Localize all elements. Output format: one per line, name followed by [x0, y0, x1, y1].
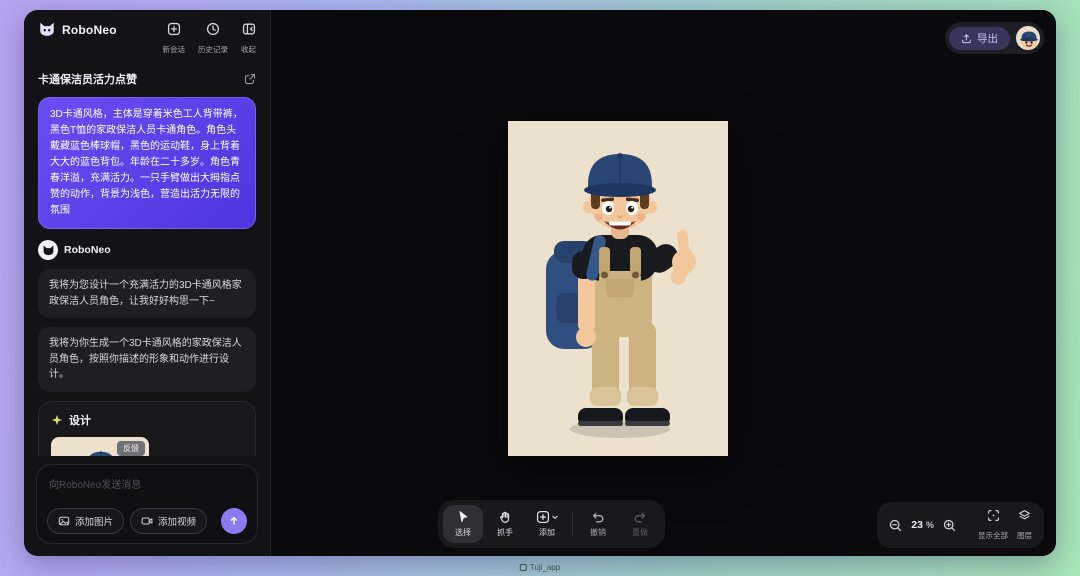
undo-button[interactable]: 撤销 — [578, 505, 618, 543]
cursor-icon — [456, 510, 470, 524]
message-input[interactable]: 向RoboNeo发送消息 — [47, 475, 247, 492]
redo-label: 重做 — [632, 527, 648, 538]
add-tool-label: 添加 — [539, 527, 555, 538]
assistant-name: RoboNeo — [64, 244, 111, 256]
undo-icon — [591, 510, 605, 524]
layers-button[interactable]: 图层 — [1017, 509, 1032, 541]
assistant-avatar — [38, 240, 58, 260]
chevron-down-icon — [552, 515, 558, 520]
undo-label: 撤销 — [590, 527, 606, 538]
watermark-logo-icon — [520, 564, 527, 571]
canvas-toolbar: 选择 抓手 添加 撤销 重做 — [438, 500, 665, 548]
add-icon — [536, 510, 550, 524]
hand-tool[interactable]: 抓手 — [485, 505, 525, 543]
layers-icon — [1018, 509, 1031, 527]
hand-tool-label: 抓手 — [497, 527, 513, 538]
zoom-percent: 23 % — [911, 519, 934, 531]
conversation-title: 卡通保洁员活力点赞 — [38, 71, 137, 87]
image-icon — [58, 515, 70, 527]
sidebar-actions: 新会话 历史记录 收起 — [163, 22, 257, 55]
zoom-out-icon[interactable] — [889, 519, 902, 532]
user-prompt-bubble: 3D卡通风格，主体是穿着米色工人背带裤，黑色T恤的家政保洁人员卡通角色。角色头戴… — [38, 97, 256, 229]
collapse-sidebar-button[interactable]: 收起 — [241, 22, 256, 55]
account-avatar[interactable] — [1016, 26, 1040, 50]
redo-icon — [633, 510, 647, 524]
sidebar-header: RoboNeo 新会话 历史记录 — [24, 10, 270, 55]
toolbar-divider — [572, 512, 573, 536]
feedback-badge[interactable]: 反馈 — [117, 441, 145, 456]
export-icon — [961, 33, 972, 44]
share-icon[interactable] — [244, 73, 256, 85]
app-window: RoboNeo 新会话 历史记录 — [24, 10, 1056, 556]
collapse-icon — [242, 22, 256, 41]
zoom-value: 23 — [911, 519, 923, 531]
message-composer: 向RoboNeo发送消息 添加图片 添加视频 — [36, 464, 258, 544]
history-button[interactable]: 历史记录 — [198, 22, 228, 55]
design-card-header: 设计 — [51, 412, 243, 428]
select-tool-label: 选择 — [455, 527, 471, 538]
brand-name: RoboNeo — [62, 23, 117, 37]
watermark-text: Tuji_app — [530, 563, 560, 572]
editor-canvas[interactable]: 导出 选择 抓手 添加 — [271, 10, 1056, 556]
new-chat-label: 新会话 — [163, 44, 186, 55]
roboneo-logo-icon — [38, 22, 56, 37]
design-title: 设计 — [69, 412, 91, 428]
zoom-in-icon[interactable] — [943, 519, 956, 532]
layers-label: 图层 — [1017, 530, 1032, 541]
canvas-topbar: 导出 — [945, 22, 1044, 54]
add-image-button[interactable]: 添加图片 — [47, 508, 124, 534]
export-label: 导出 — [977, 31, 998, 46]
composer-actions-row: 添加图片 添加视频 — [47, 508, 247, 534]
add-image-label: 添加图片 — [75, 514, 113, 528]
add-video-button[interactable]: 添加视频 — [130, 508, 207, 534]
arrow-up-icon — [228, 515, 240, 527]
zoom-controls: 23 % 显示全部 图层 — [877, 502, 1044, 548]
fit-view-button[interactable]: 显示全部 — [978, 509, 1008, 541]
export-button[interactable]: 导出 — [949, 27, 1010, 50]
new-chat-icon — [167, 22, 181, 41]
add-tool[interactable]: 添加 — [527, 505, 567, 543]
collapse-label: 收起 — [241, 44, 256, 55]
assistant-message: 我将为您设计一个充满活力的3D卡通风格家政保洁人员角色，让我好好构思一下~ — [38, 269, 256, 318]
design-result-thumbnail[interactable]: 反馈 — [51, 437, 149, 457]
watermark: Tuji_app — [520, 563, 560, 572]
add-video-label: 添加视频 — [158, 514, 196, 528]
brand: RoboNeo — [38, 22, 117, 37]
design-card: 设计 反馈 — [38, 401, 256, 457]
conversation-scroll: 3D卡通风格，主体是穿着米色工人背带裤，黑色T恤的家政保洁人员卡通角色。角色头戴… — [24, 95, 270, 456]
send-button[interactable] — [221, 508, 247, 534]
history-label: 历史记录 — [198, 44, 228, 55]
zoom-unit: % — [926, 520, 934, 530]
new-chat-button[interactable]: 新会话 — [163, 22, 186, 55]
assistant-message: 我将为你生成一个3D卡通风格的家政保洁人员角色，按照你描述的形象和动作进行设计。 — [38, 327, 256, 392]
fit-view-label: 显示全部 — [978, 530, 1008, 541]
assistant-row: RoboNeo — [38, 240, 256, 260]
video-icon — [141, 515, 153, 527]
sparkle-icon — [51, 414, 63, 426]
history-icon — [206, 22, 220, 41]
conversation-title-row: 卡通保洁员活力点赞 — [24, 55, 270, 95]
redo-button[interactable]: 重做 — [620, 505, 660, 543]
sidebar: RoboNeo 新会话 历史记录 — [24, 10, 271, 556]
select-tool[interactable]: 选择 — [443, 505, 483, 543]
fit-view-icon — [987, 509, 1000, 527]
generated-image[interactable] — [508, 121, 728, 456]
hand-icon — [498, 510, 512, 524]
